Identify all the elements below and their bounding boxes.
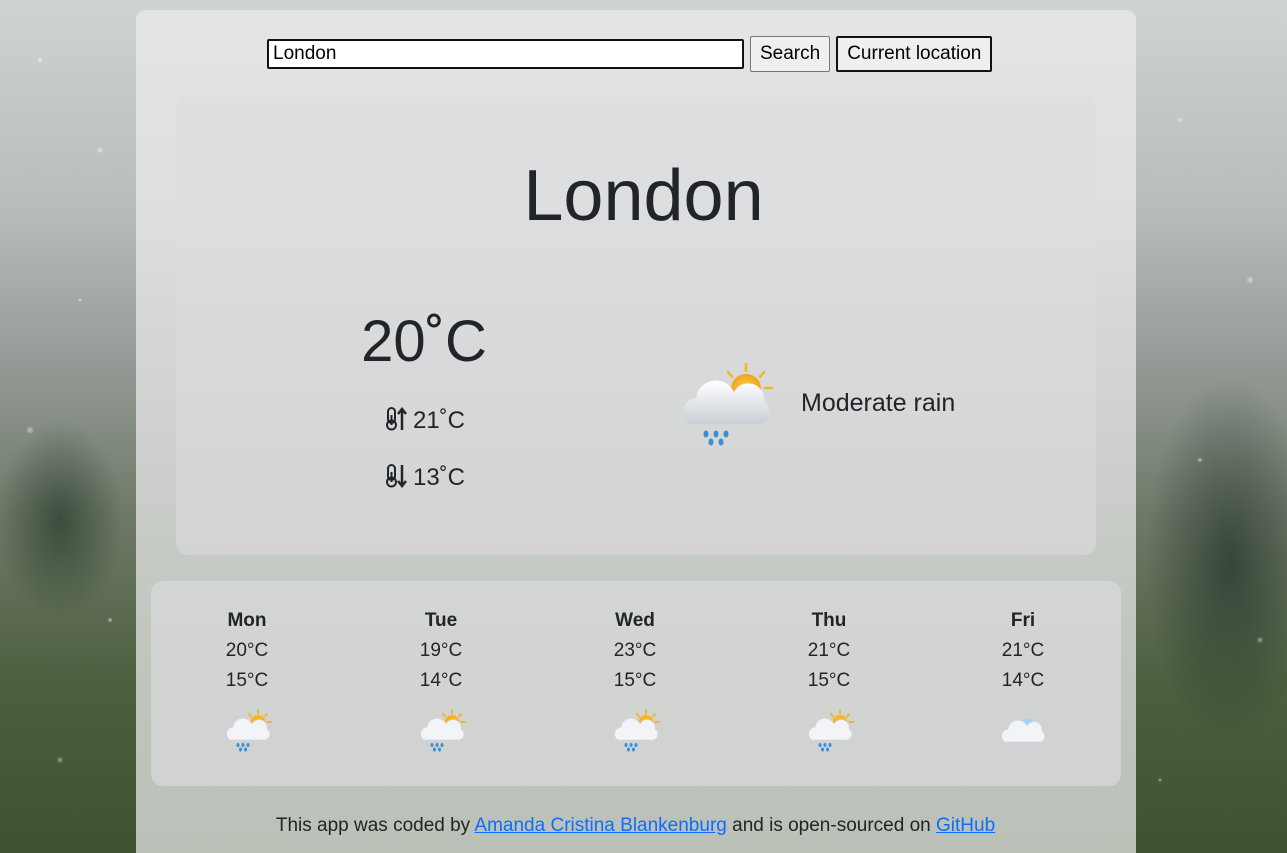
search-bar: Search Current location (267, 36, 993, 72)
cloud-icon (999, 708, 1049, 758)
current-location-button[interactable]: Current location (836, 36, 993, 72)
forecast-high-temp: 21°C (807, 640, 851, 661)
forecast-high-temp: 21°C (1001, 640, 1045, 661)
min-temperature-row: 13˚C (324, 463, 524, 496)
sun-cloud-rain-icon (223, 708, 273, 758)
forecast-low-temp: 14°C (1001, 670, 1045, 691)
forecast-high-temp: 20°C (225, 640, 269, 661)
forecast-low-temp: 14°C (419, 670, 463, 691)
github-link[interactable]: GitHub (936, 815, 995, 836)
search-button[interactable]: Search (750, 36, 831, 72)
forecast-day-name: Tue (424, 610, 458, 631)
city-search-input[interactable] (267, 39, 744, 69)
thermometer-down-icon (383, 463, 409, 496)
sun-cloud-rain-icon (805, 708, 855, 758)
sun-cloud-rain-icon (676, 362, 776, 453)
forecast-panel: Mon 20°C 15°C Tue 19°C 14°C Wed 23°C 15°… (151, 581, 1121, 786)
forecast-day-name: Wed (615, 610, 655, 631)
forecast-high-temp: 23°C (613, 640, 657, 661)
weather-condition: Moderate rain (801, 389, 956, 417)
forecast-low-temp: 15°C (807, 670, 851, 691)
max-temperature-row: 21˚C (324, 406, 524, 439)
footer-middle: and is open-sourced on (732, 815, 931, 836)
forecast-high-temp: 19°C (419, 640, 463, 661)
sun-cloud-rain-icon (417, 708, 467, 758)
current-temperature: 20˚C (361, 309, 487, 374)
city-name: London (523, 156, 764, 236)
forecast-low-temp: 15°C (613, 670, 657, 691)
forecast-day-name: Thu (811, 610, 847, 631)
sun-cloud-rain-icon (611, 708, 661, 758)
footer: This app was coded by Amanda Cristina Bl… (0, 815, 1271, 837)
max-temperature: 21˚C (412, 407, 466, 434)
footer-prefix: This app was coded by (275, 815, 471, 836)
forecast-low-temp: 15°C (225, 670, 269, 691)
thermometer-up-icon (383, 406, 409, 439)
forecast-day-name: Fri (1010, 610, 1036, 631)
author-link[interactable]: Amanda Cristina Blankenburg (474, 815, 726, 836)
forecast-day-name: Mon (227, 610, 267, 631)
min-temperature: 13˚C (412, 464, 466, 491)
